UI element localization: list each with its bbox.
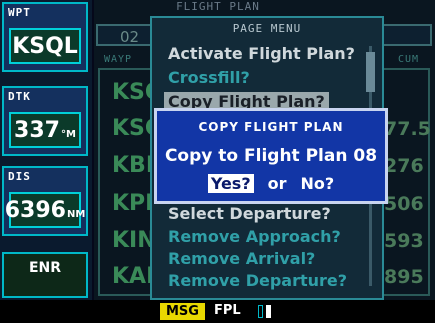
waypoint-field-label: WPT xyxy=(8,6,31,19)
no-button[interactable]: No? xyxy=(301,174,335,193)
desired-track-field[interactable]: DTK 337 °M xyxy=(2,86,88,156)
page-indicator-active xyxy=(266,305,271,318)
menu-scroll-thumb[interactable] xyxy=(366,52,375,92)
distance-label: DIS xyxy=(8,170,31,183)
menu-item-remove-arrival[interactable]: Remove Arrival? xyxy=(168,249,315,268)
desired-track-value: 337 °M xyxy=(9,112,81,148)
page-group-label: FPL xyxy=(214,303,241,318)
waypoint-field[interactable]: WPT KSQL xyxy=(2,2,88,72)
or-label: or xyxy=(267,174,287,193)
menu-item-crossfill[interactable]: Crossfill? xyxy=(168,68,250,87)
waypoint-field-value: KSQL xyxy=(9,28,81,64)
waypoint-column-header: WAYP xyxy=(104,54,133,65)
menu-item-select-departure[interactable]: Select Departure? xyxy=(168,204,331,223)
distance-field[interactable]: DIS 6396 NM xyxy=(2,166,88,236)
menu-item-activate-flight-plan[interactable]: Activate Flight Plan? xyxy=(168,44,355,63)
cumulative-distance: 895 xyxy=(384,266,424,288)
flight-plan-title: FLIGHT PLAN xyxy=(176,0,260,13)
cumulative-distance: 77.5 xyxy=(384,118,431,140)
nav-mode-annunciator: ENR xyxy=(2,252,88,298)
flight-plan-number: 02 xyxy=(120,28,140,46)
dialog-message: Copy to Flight Plan 08 xyxy=(164,146,378,166)
yes-button[interactable]: Yes? xyxy=(207,174,254,193)
distance-column-header: CUM xyxy=(398,54,420,65)
gps-screen: WPT KSQL DTK 337 °M DIS 6396 NM ENR FLIGHT… xyxy=(0,0,435,323)
dialog-title: COPY FLIGHT PLAN xyxy=(198,120,344,134)
cumulative-distance: 276 xyxy=(384,155,424,177)
distance-value: 6396 NM xyxy=(5,192,85,228)
page-indicator-inactive xyxy=(258,305,263,318)
page-menu-title: PAGE MENU xyxy=(232,22,302,35)
menu-item-remove-approach[interactable]: Remove Approach? xyxy=(168,227,341,246)
cumulative-distance: 593 xyxy=(384,230,424,252)
message-annunciator[interactable]: MSG xyxy=(160,303,205,320)
desired-track-label: DTK xyxy=(8,90,31,103)
data-field-column: WPT KSQL DTK 337 °M DIS 6396 NM ENR xyxy=(0,0,92,300)
cumulative-distance: 506 xyxy=(384,193,424,215)
menu-item-remove-departure[interactable]: Remove Departure? xyxy=(168,271,347,290)
dialog-options: Yes? or No? xyxy=(157,174,385,193)
copy-flight-plan-dialog: COPY FLIGHT PLAN Copy to Flight Plan 08 … xyxy=(154,108,388,204)
